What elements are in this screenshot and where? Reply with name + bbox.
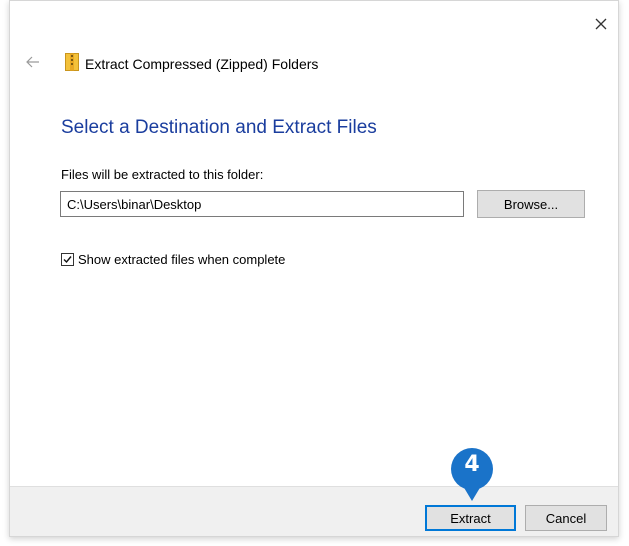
close-icon bbox=[595, 18, 607, 30]
extract-button[interactable]: Extract bbox=[425, 505, 516, 531]
destination-path-input[interactable] bbox=[60, 191, 464, 217]
show-files-checkbox[interactable] bbox=[61, 253, 74, 266]
back-arrow-icon bbox=[26, 56, 39, 68]
step-number: 4 bbox=[464, 452, 480, 477]
show-files-label: Show extracted files when complete bbox=[78, 252, 286, 267]
cancel-button[interactable]: Cancel bbox=[525, 505, 607, 531]
extract-dialog: Extract Compressed (Zipped) Folders Sele… bbox=[9, 0, 619, 537]
checkmark-icon bbox=[63, 256, 72, 264]
close-button[interactable] bbox=[590, 13, 612, 35]
destination-label: Files will be extracted to this folder: bbox=[61, 167, 264, 182]
zip-folder-icon bbox=[65, 53, 79, 71]
show-files-option[interactable]: Show extracted files when complete bbox=[61, 252, 285, 267]
page-heading: Select a Destination and Extract Files bbox=[61, 117, 377, 138]
back-button[interactable] bbox=[22, 53, 44, 71]
browse-button[interactable]: Browse... bbox=[477, 190, 585, 218]
dialog-title: Extract Compressed (Zipped) Folders bbox=[85, 56, 319, 72]
